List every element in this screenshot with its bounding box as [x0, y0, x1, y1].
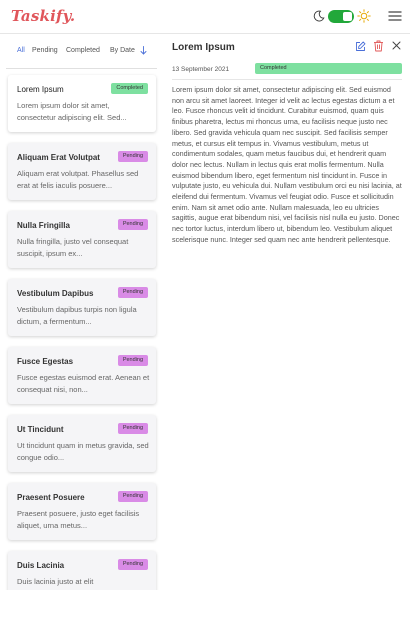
status-badge: Pending — [117, 151, 148, 162]
task-title: Praesent Posuere — [17, 493, 85, 502]
task-title: Aliquam Erat Volutpat — [17, 153, 100, 162]
divider — [172, 79, 402, 80]
status-badge: Pending — [117, 355, 148, 366]
task-description: Nulla fringilla, justo vel consequat sus… — [17, 237, 129, 258]
filter-bar: All Pending Completed By Date — [0, 46, 163, 61]
app-header: Taskify. — [0, 0, 410, 34]
task-title: Vestibulum Dapibus — [17, 289, 94, 298]
task-description: Praesent posuere, justo eget facilisis a… — [17, 509, 140, 530]
task-title: Nulla Fringilla — [17, 221, 70, 230]
status-badge: Pending — [117, 287, 148, 298]
task-description: Aliquam erat volutpat. Phasellus sed era… — [17, 169, 139, 190]
task-description: Vestibulum dapibus turpis non ligula dic… — [17, 305, 137, 326]
sun-icon[interactable] — [357, 9, 371, 23]
toggle-knob — [343, 12, 352, 21]
status-badge: Pending — [117, 491, 148, 502]
detail-date: 13 September 2021 — [172, 66, 230, 73]
status-badge: Completed — [111, 83, 148, 94]
task-title: Lorem Ipsum — [17, 85, 64, 94]
detail-title: Lorem Ipsum — [172, 42, 235, 53]
filter-all[interactable]: All — [17, 47, 25, 54]
task-description: Fusce egestas euismod erat. Aenean et co… — [17, 373, 150, 394]
edit-icon[interactable] — [355, 41, 366, 52]
status-badge: Completed — [255, 63, 402, 74]
task-description: Duis lacinia justo at elit — [17, 577, 94, 586]
task-description: Lorem ipsum dolor sit amet, consectetur … — [17, 101, 127, 122]
divider — [6, 68, 157, 69]
app-logo[interactable]: Taskify. — [11, 7, 75, 25]
status-badge: Pending — [117, 423, 148, 434]
task-card[interactable]: Vestibulum Dapibus Pending Vestibulum dapi… — [8, 279, 156, 336]
task-card[interactable]: Duis Lacinia Pending Duis lacinia justo at… — [8, 551, 156, 590]
task-card[interactable]: Ut Tincidunt Pending Ut tincidunt quam in … — [8, 415, 156, 472]
status-badge: Pending — [117, 219, 148, 230]
task-detail-panel: Lorem Ipsum 13 September 2021 Completed … — [163, 34, 410, 590]
detail-body: Lorem ipsum dolor sit amet, consectetur … — [172, 85, 402, 244]
task-title: Ut Tincidunt — [17, 425, 64, 434]
task-description: Ut tincidunt quam in metus gravida, sed … — [17, 441, 149, 462]
task-title: Duis Lacinia — [17, 561, 65, 570]
status-badge: Pending — [117, 559, 148, 570]
sort-by-date[interactable]: By Date — [110, 47, 135, 54]
task-title: Fusce Egestas — [17, 357, 74, 366]
hamburger-menu-icon[interactable] — [388, 10, 402, 22]
moon-icon[interactable] — [313, 10, 325, 22]
task-card[interactable]: Praesent Posuere Pending Praesent posuere,… — [8, 483, 156, 540]
trash-icon[interactable] — [373, 40, 384, 52]
task-card[interactable]: Lorem Ipsum Completed Lorem ipsum dolor si… — [8, 75, 156, 132]
filter-completed[interactable]: Completed — [66, 47, 100, 54]
task-card[interactable]: Aliquam Erat Volutpat Pending Aliquam erat… — [8, 143, 156, 200]
task-card[interactable]: Nulla Fringilla Pending Nulla fringilla, j… — [8, 211, 156, 268]
task-card[interactable]: Fusce Egestas Pending Fusce egestas euismo… — [8, 347, 156, 404]
arrow-down-icon[interactable] — [140, 46, 147, 55]
task-sidebar: All Pending Completed By Date Lorem Ipsu… — [0, 34, 163, 590]
close-icon[interactable] — [392, 41, 401, 50]
theme-toggle[interactable] — [328, 10, 354, 23]
filter-pending[interactable]: Pending — [32, 47, 58, 54]
